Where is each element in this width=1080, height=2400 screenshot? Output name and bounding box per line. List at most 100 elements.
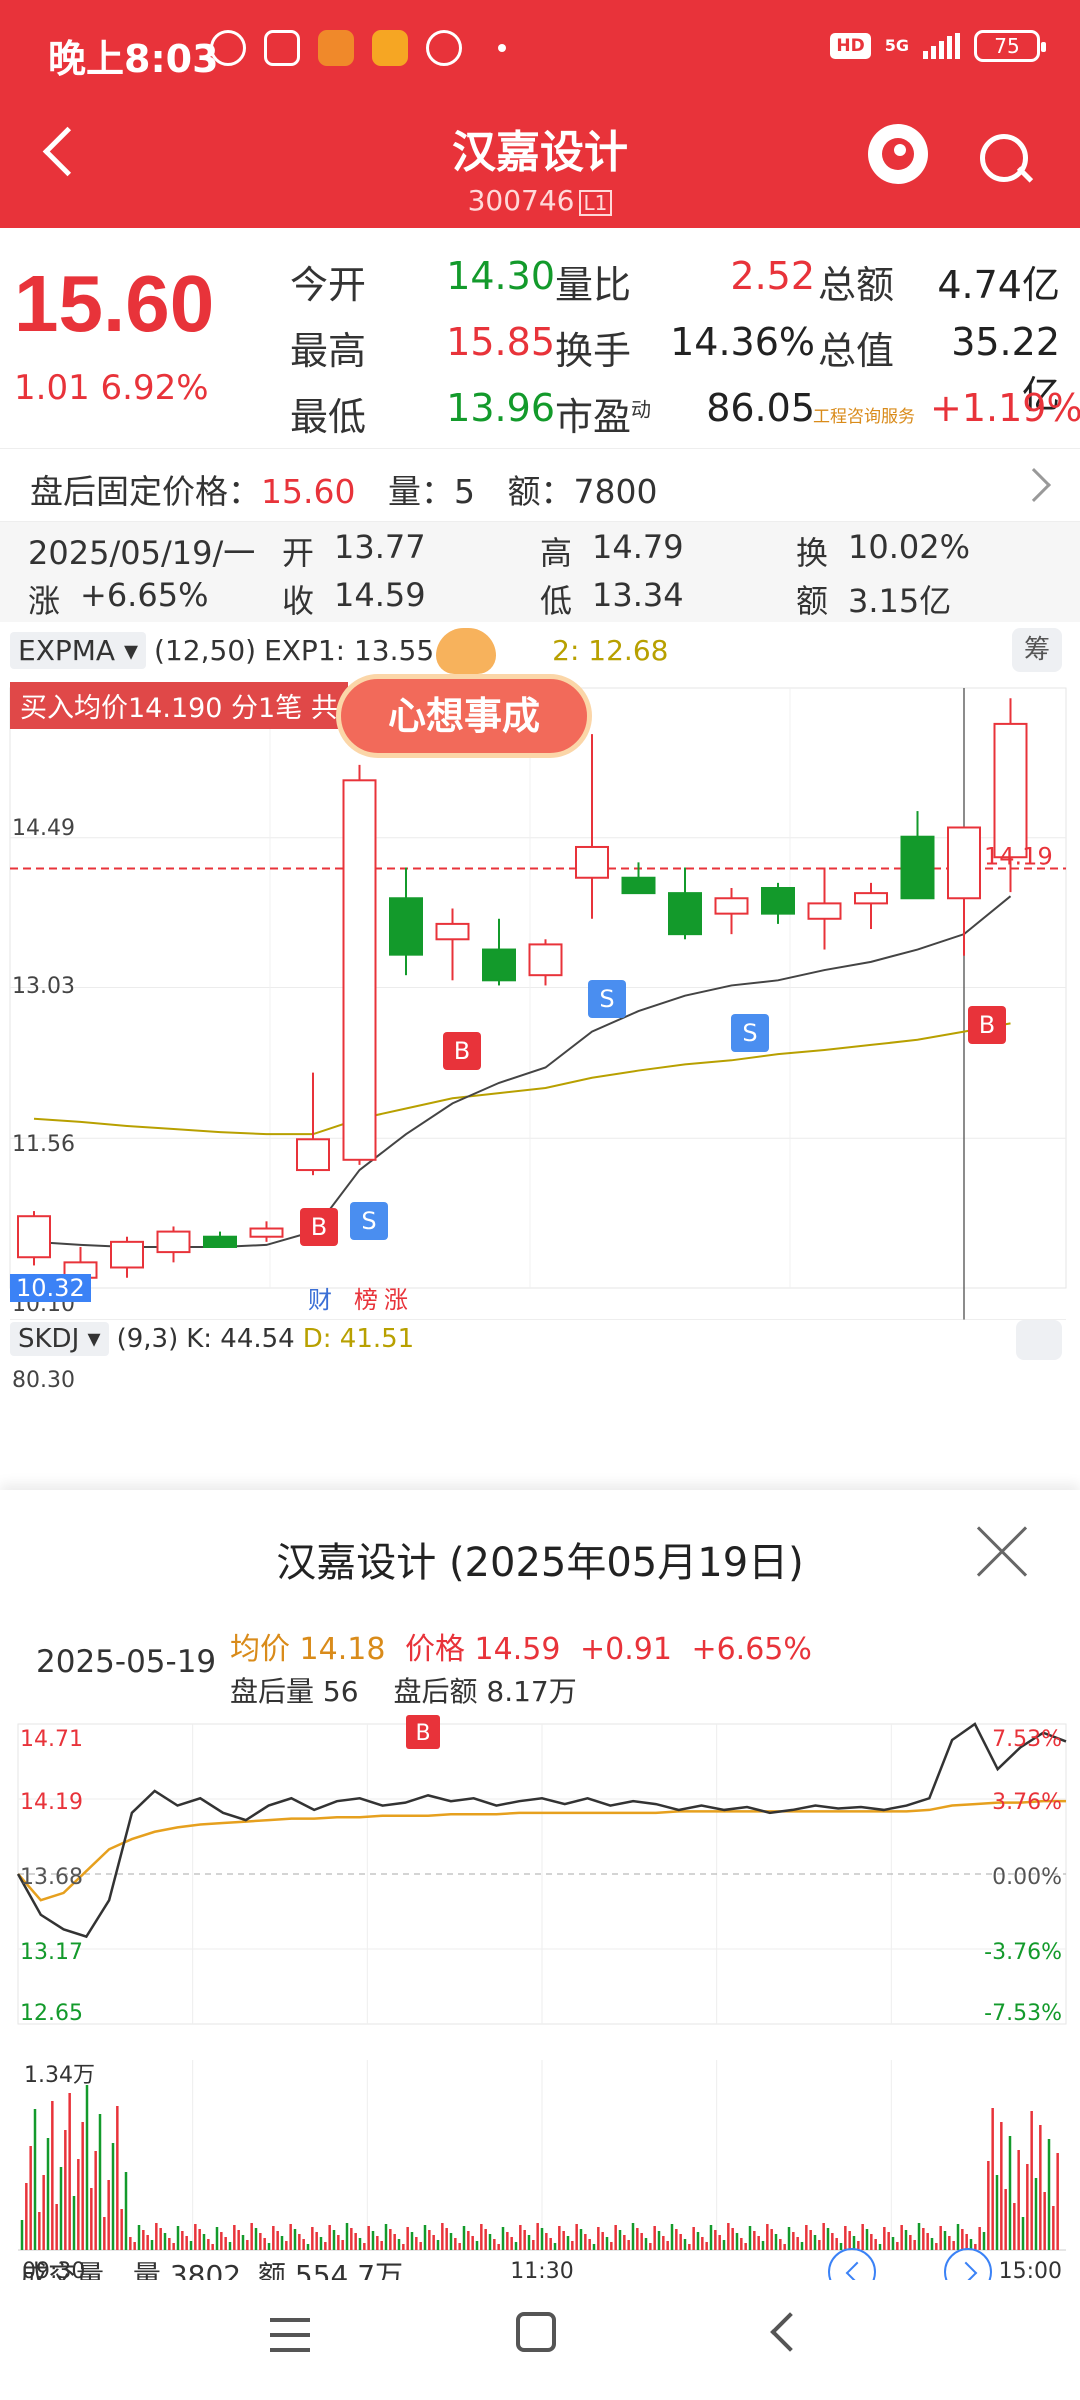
buy-marker[interactable]: B (443, 1032, 481, 1070)
news-tag-list[interactable]: 榜 (354, 1280, 378, 1315)
value-low: 13.96 (446, 386, 555, 430)
chip-distribution-button[interactable]: 筹 (1012, 628, 1062, 672)
intraday-y-left: 14.19 (20, 1790, 83, 1815)
day-close-label: 收 (282, 582, 315, 620)
sell-marker[interactable]: S (350, 1202, 388, 1240)
intraday-chart[interactable]: 14.71 7.53% 14.19 3.76% 13.68 0.00% 13.17 -3.76… (0, 1710, 1080, 2310)
volume-max-label: 1.34万 (24, 2063, 95, 2088)
price-tick: 13.03 (12, 974, 75, 999)
menu-icon[interactable] (270, 2318, 310, 2352)
candle-down (389, 897, 423, 956)
close-icon[interactable] (974, 1524, 1030, 1580)
day-high: 14.79 (592, 528, 684, 566)
kline-chart[interactable]: 14.19 EXPMA ▾ (12,50) EXP1: 13.55 2: 12.… (0, 628, 1080, 1393)
expand-icon[interactable] (1016, 1320, 1062, 1360)
value-open: 14.30 (446, 254, 555, 298)
candle-down (668, 892, 702, 936)
stock-code-text: 300746 (467, 184, 575, 217)
candle-up (714, 897, 749, 915)
label-total-amount: 总额 (818, 263, 895, 307)
nfc-icon (264, 30, 300, 66)
sector-link[interactable]: 工程咨询服务 (813, 402, 915, 427)
price-tick: 14.49 (12, 816, 75, 841)
label-turnover: 换手 (555, 329, 632, 373)
back-icon[interactable] (770, 2312, 810, 2352)
after-hours-info: 盘后固定价格：15.60 量：5 额：7800 (30, 465, 657, 513)
candle-up (807, 902, 842, 920)
kline-frame (9, 687, 1067, 1289)
candle-up (528, 943, 563, 977)
candle-up (17, 1215, 51, 1259)
value-pe: 86.05 (706, 386, 815, 430)
sell-marker[interactable]: S (731, 1014, 769, 1052)
price-change: 1.01 6.92% (14, 368, 209, 408)
news-tag-finance[interactable]: 财 (308, 1280, 332, 1315)
intraday-popup: 汉嘉设计 (2025年05月19日) 2025-05-19 均价 14.18 价… (0, 1490, 1080, 2400)
sub-tick: 80.30 (12, 1368, 75, 1393)
current-price: 15.60 (14, 259, 215, 348)
change-value: +0.91 (579, 1632, 672, 1667)
change-pct: +6.65% (691, 1632, 812, 1667)
day-amt-label: 额 (796, 582, 829, 620)
price-tick: 11.56 (12, 1132, 75, 1157)
day-low-label: 低 (540, 582, 573, 620)
intraday-y-right: -3.76% (984, 1940, 1062, 1965)
selected-day-info: 2025/05/19/一 开 13.77 高 14.79 换 10.02% 涨 … (0, 522, 1080, 622)
label-pe: 市盈动 (555, 386, 651, 441)
intraday-y-left: 13.68 (20, 1865, 83, 1890)
indicator-bar: EXPMA ▾ (12,50) EXP1: 13.55 2: 12.68 (10, 632, 668, 669)
mascot-icon[interactable] (868, 124, 928, 184)
quote-panel: 15.60 1.01 6.92% 今开 14.30 量比 2.52 总额 4.7… (0, 228, 1080, 448)
after-hours-vol: 5 (453, 472, 475, 511)
wish-sticker[interactable]: 心想事成 (336, 674, 592, 758)
intraday-y-right: 3.76% (992, 1790, 1062, 1815)
sub-indicator-select[interactable]: SKDJ ▾ (10, 1322, 109, 1356)
avg-label: 均价 (230, 1632, 290, 1667)
indicator-name: EXPMA (18, 634, 116, 667)
news-tag-rise[interactable]: 涨 (384, 1280, 408, 1315)
buy-marker[interactable]: B (968, 1006, 1006, 1044)
value-high: 15.85 (446, 320, 555, 364)
after-hours-price: 15.60 (261, 472, 356, 511)
day-open-label: 开 (282, 534, 315, 572)
label-open: 今开 (290, 263, 367, 307)
quote-grid: 今开 14.30 量比 2.52 总额 4.74亿 最高 15.85 换手 14… (290, 244, 1080, 442)
candle-up (947, 826, 981, 900)
after-hours-row[interactable]: 盘后固定价格：15.60 量：5 额：7800 (0, 448, 1080, 522)
label-low: 最低 (290, 395, 367, 439)
value-turnover: 14.36% (670, 320, 815, 364)
search-icon[interactable] (978, 132, 1034, 188)
indicator-select[interactable]: EXPMA ▾ (10, 632, 147, 669)
system-navbar (0, 2280, 1080, 2400)
popup-price-info: 均价 14.18 价格 14.59 +0.91 +6.65% (230, 1624, 812, 1668)
candle-up (156, 1230, 191, 1254)
popup-date: 2025-05-19 (36, 1644, 217, 1680)
sell-marker[interactable]: S (588, 980, 626, 1018)
sub-indicator-name: SKDJ (18, 1324, 80, 1354)
candle-up (993, 722, 1028, 859)
home-icon[interactable] (516, 2312, 556, 2352)
day-amt: 3.15亿 (848, 582, 952, 620)
intraday-y-right: -7.53% (984, 2001, 1062, 2026)
sub-params: (9,3) (116, 1324, 179, 1354)
hd-badge: HD (830, 33, 871, 59)
notes-app-icon (372, 30, 408, 66)
intraday-y-right: 7.53% (992, 1727, 1062, 1752)
candle-up (296, 1138, 330, 1172)
intraday-svg: 14.71 7.53% 14.19 3.76% 13.68 0.00% 13.17 -3.76… (16, 1715, 1067, 2284)
status-notification-icons (210, 30, 506, 66)
exp2-value: 2: 12.68 (552, 634, 669, 667)
candle-up (435, 922, 470, 941)
status-bar: 晚上8:03 HD 5G 75 (0, 0, 1080, 105)
value-total-amount: 4.74亿 (937, 263, 1060, 307)
chevron-right-icon (1017, 468, 1051, 502)
label-high: 最高 (290, 329, 367, 373)
popup-title: 汉嘉设计 (2025年05月19日) (276, 1540, 804, 1586)
ah-vol: 56 (322, 1675, 359, 1708)
after-hours-vol-label: 量： (387, 472, 454, 511)
candle-up (342, 779, 377, 1161)
day-turn: 10.02% (848, 528, 971, 566)
candle-up (110, 1240, 144, 1269)
buy-average-banner[interactable]: 买入均价14.190 分1笔 共 (10, 682, 348, 729)
buy-marker[interactable]: B (300, 1208, 338, 1246)
